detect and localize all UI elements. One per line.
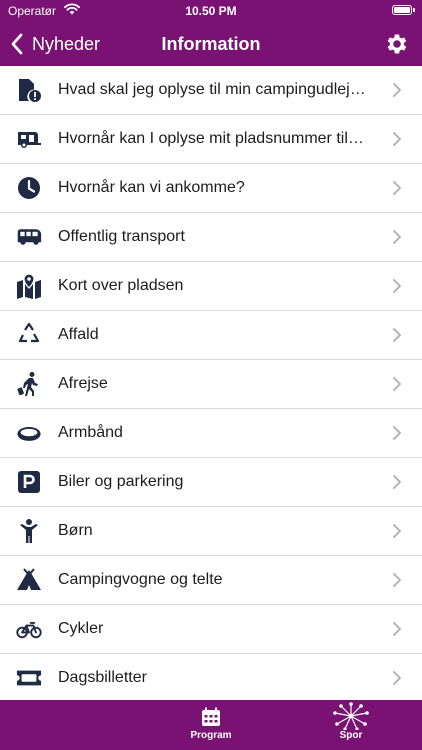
clock-icon xyxy=(14,173,44,203)
chevron-right-icon xyxy=(393,377,401,391)
list-item-label: Cykler xyxy=(58,620,104,637)
chevron-right-icon xyxy=(393,83,401,97)
spor-icon xyxy=(333,702,369,730)
chevron-right-icon xyxy=(393,671,401,685)
battery-icon xyxy=(392,5,415,15)
list-item[interactable]: Biler og parkering xyxy=(0,458,422,507)
chevron-right-icon xyxy=(393,181,401,195)
tab-program-label: Program xyxy=(190,730,232,741)
chevron-right-icon xyxy=(393,132,401,146)
tent-icon xyxy=(14,565,44,595)
list-item-label: Kort over pladsen xyxy=(58,277,184,294)
list-item[interactable]: Afrejse xyxy=(0,360,422,409)
information-list: Hvad skal jeg oplyse til min campingudle… xyxy=(0,66,422,700)
list-item[interactable]: Hvad skal jeg oplyse til min campingudle… xyxy=(0,66,422,115)
tab-spor-label: Spor xyxy=(339,730,363,741)
chevron-right-icon xyxy=(393,573,401,587)
list-item-label: Hvornår kan I oplyse mit pladsnummer til… xyxy=(58,130,368,147)
chevron-right-icon xyxy=(393,230,401,244)
map-icon xyxy=(14,271,44,301)
calendar-icon xyxy=(202,707,220,726)
list-item-label: Hvornår kan vi ankomme? xyxy=(58,179,245,196)
list-item-label: Affald xyxy=(58,326,99,343)
tab-spor[interactable]: Spor xyxy=(291,700,411,750)
list-item-label: Biler og parkering xyxy=(58,473,184,490)
clock-time: 10.50 PM xyxy=(185,4,237,18)
list-item[interactable]: Børn xyxy=(0,507,422,556)
tab-bar: Program Spor xyxy=(0,700,422,750)
list-item[interactable]: Offentlig transport xyxy=(0,213,422,262)
parking-icon xyxy=(14,467,44,497)
list-item[interactable]: Kort over pladsen xyxy=(0,262,422,311)
gear-icon[interactable] xyxy=(384,31,410,57)
list-item-label: Offentlig transport xyxy=(58,228,185,245)
chevron-right-icon xyxy=(393,328,401,342)
list-item[interactable]: Affald xyxy=(0,311,422,360)
child-icon xyxy=(14,516,44,546)
traveler-icon xyxy=(14,369,44,399)
back-button[interactable]: Nyheder xyxy=(10,22,100,66)
tab-program[interactable]: Program xyxy=(151,700,271,750)
document-alert-icon xyxy=(14,75,44,105)
caravan-icon xyxy=(14,124,44,154)
list-item-label: Dagsbilletter xyxy=(58,669,147,686)
chevron-right-icon xyxy=(393,622,401,636)
chevron-right-icon xyxy=(393,524,401,538)
list-item-label: Børn xyxy=(58,522,93,539)
list-item[interactable]: Hvornår kan vi ankomme? xyxy=(0,164,422,213)
list-item[interactable]: Hvornår kan I oplyse mit pladsnummer til… xyxy=(0,115,422,164)
bus-icon xyxy=(14,222,44,252)
list-item[interactable]: Cykler xyxy=(0,605,422,654)
back-button-label: Nyheder xyxy=(32,33,101,54)
chevron-right-icon xyxy=(393,279,401,293)
chevron-right-icon xyxy=(393,475,401,489)
ticket-icon xyxy=(14,663,44,693)
recycle-icon xyxy=(14,320,44,350)
list-item-label: Afrejse xyxy=(58,375,108,392)
list-item[interactable]: Campingvogne og telte xyxy=(0,556,422,605)
status-bar: Operatør 10.50 PM xyxy=(0,0,422,22)
list-item-label: Armbånd xyxy=(58,424,123,441)
chevron-left-icon xyxy=(11,33,23,55)
navigation-bar: Nyheder Information xyxy=(0,22,422,66)
list-item[interactable]: Dagsbilletter xyxy=(0,654,422,700)
list-item-label: Hvad skal jeg oplyse til min campingudle… xyxy=(58,81,368,98)
wristband-icon xyxy=(14,418,44,448)
bicycle-icon xyxy=(14,614,44,644)
list-item-label: Campingvogne og telte xyxy=(58,571,223,588)
app-header: Operatør 10.50 PM Nyheder Information xyxy=(0,0,422,66)
list-item[interactable]: Armbånd xyxy=(0,409,422,458)
chevron-right-icon xyxy=(393,426,401,440)
